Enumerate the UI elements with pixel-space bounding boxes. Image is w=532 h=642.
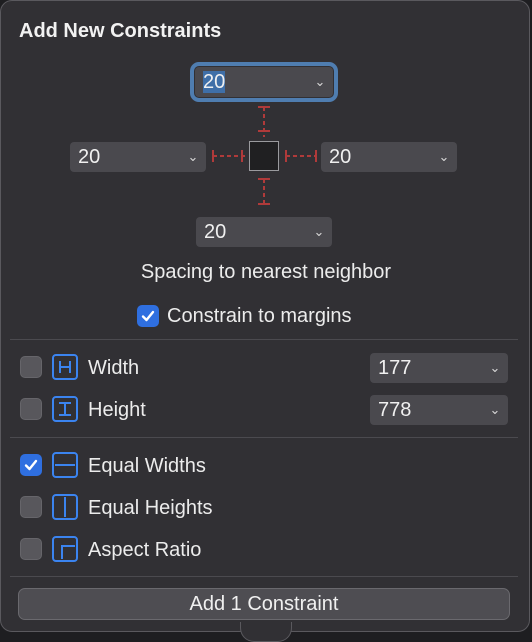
equal-heights-icon [52,494,78,520]
height-label: Height [88,399,146,421]
divider [10,339,518,340]
checkmark-icon [24,459,38,471]
chevron-down-icon: ⌄ [313,224,325,239]
top-spacing-dropdown[interactable]: 20 ⌄ [190,62,338,102]
height-value-dropdown[interactable]: 778 ⌄ [370,395,508,425]
width-value: 177 [378,356,412,379]
right-spacing-value: 20 [329,145,352,168]
right-spacing-dropdown[interactable]: 20 ⌄ [321,142,457,172]
aspect-ratio-label: Aspect Ratio [88,539,202,561]
chevron-down-icon: ⌄ [187,149,199,164]
equal-widths-label: Equal Widths [88,455,206,477]
top-spacing-value: 20 [203,70,226,93]
width-icon [52,354,78,380]
height-checkbox[interactable] [20,398,42,420]
popover-arrow [240,622,292,642]
height-value: 778 [378,398,412,421]
width-label: Width [88,357,140,379]
width-checkbox[interactable] [20,356,42,378]
chevron-down-icon: ⌄ [489,402,501,417]
left-spacing-dropdown[interactable]: 20 ⌄ [70,142,206,172]
divider [10,576,518,577]
constrain-margins-label: Constrain to margins [167,305,352,327]
left-spacing-value: 20 [78,145,101,168]
height-icon [52,396,78,422]
spacing-caption: Spacing to nearest neighbor [140,261,392,283]
view-placeholder-box [249,141,279,171]
width-value-dropdown[interactable]: 177 ⌄ [370,353,508,383]
constrain-margins-checkbox[interactable] [137,305,159,327]
divider [10,437,518,438]
equal-heights-checkbox[interactable] [20,496,42,518]
chevron-down-icon: ⌄ [438,149,450,164]
equal-widths-checkbox[interactable] [20,454,42,476]
equal-widths-icon [52,452,78,478]
add-constraint-button[interactable]: Add 1 Constraint [18,588,510,620]
bottom-spacing-value: 20 [204,220,227,243]
aspect-ratio-icon [52,536,78,562]
chevron-down-icon: ⌄ [314,74,326,89]
chevron-down-icon: ⌄ [489,360,501,375]
checkmark-icon [141,310,155,322]
aspect-ratio-checkbox[interactable] [20,538,42,560]
equal-heights-label: Equal Heights [88,497,213,519]
popover-title: Add New Constraints [19,20,222,42]
bottom-spacing-dropdown[interactable]: 20 ⌄ [196,217,332,247]
